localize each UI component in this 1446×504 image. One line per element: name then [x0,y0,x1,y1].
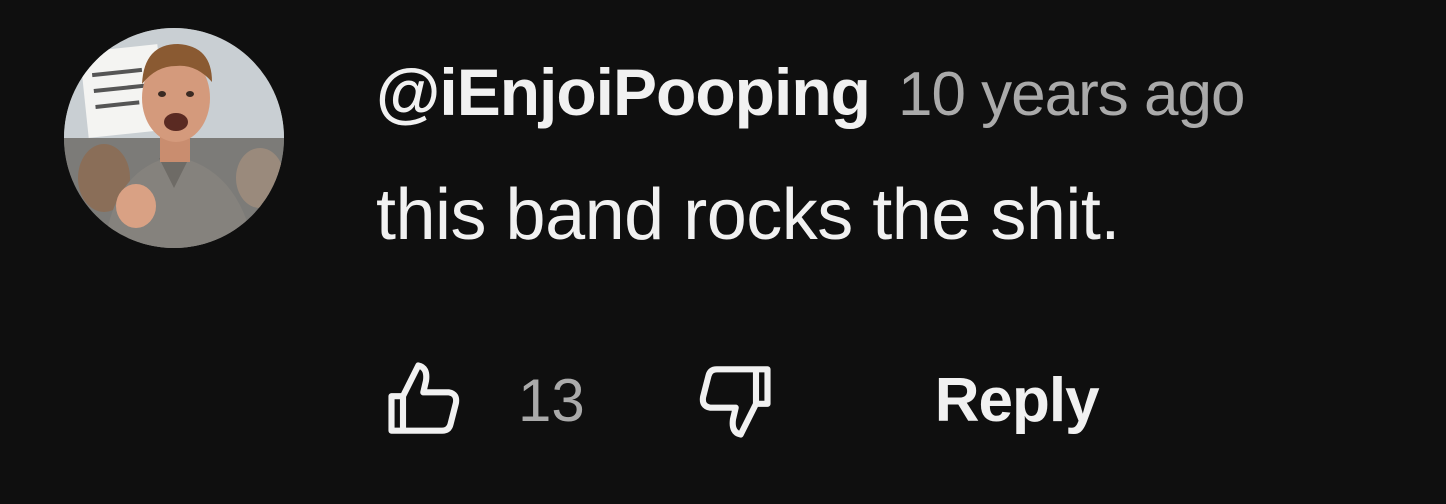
like-button[interactable] [376,350,476,450]
comment-text: this band rocks the shit. [376,175,1120,255]
comment-actions: 13 Reply [376,350,1100,450]
author-avatar[interactable] [64,28,284,248]
avatar-photo [64,28,284,248]
comment-thread: @iEnjoiPooping 10 years ago this band ro… [0,0,1446,504]
reply-button[interactable]: Reply [935,365,1100,436]
comment-timestamp[interactable]: 10 years ago [898,53,1245,137]
comment-header: @iEnjoiPooping 10 years ago [376,50,1416,134]
like-count: 13 [518,366,585,434]
author-name[interactable]: @iEnjoiPooping [376,50,871,134]
dislike-button[interactable] [683,350,783,450]
thumbs-down-icon [699,366,771,438]
thumbs-up-icon [388,362,460,434]
comment-body: @iEnjoiPooping 10 years ago this band ro… [376,50,1416,260]
